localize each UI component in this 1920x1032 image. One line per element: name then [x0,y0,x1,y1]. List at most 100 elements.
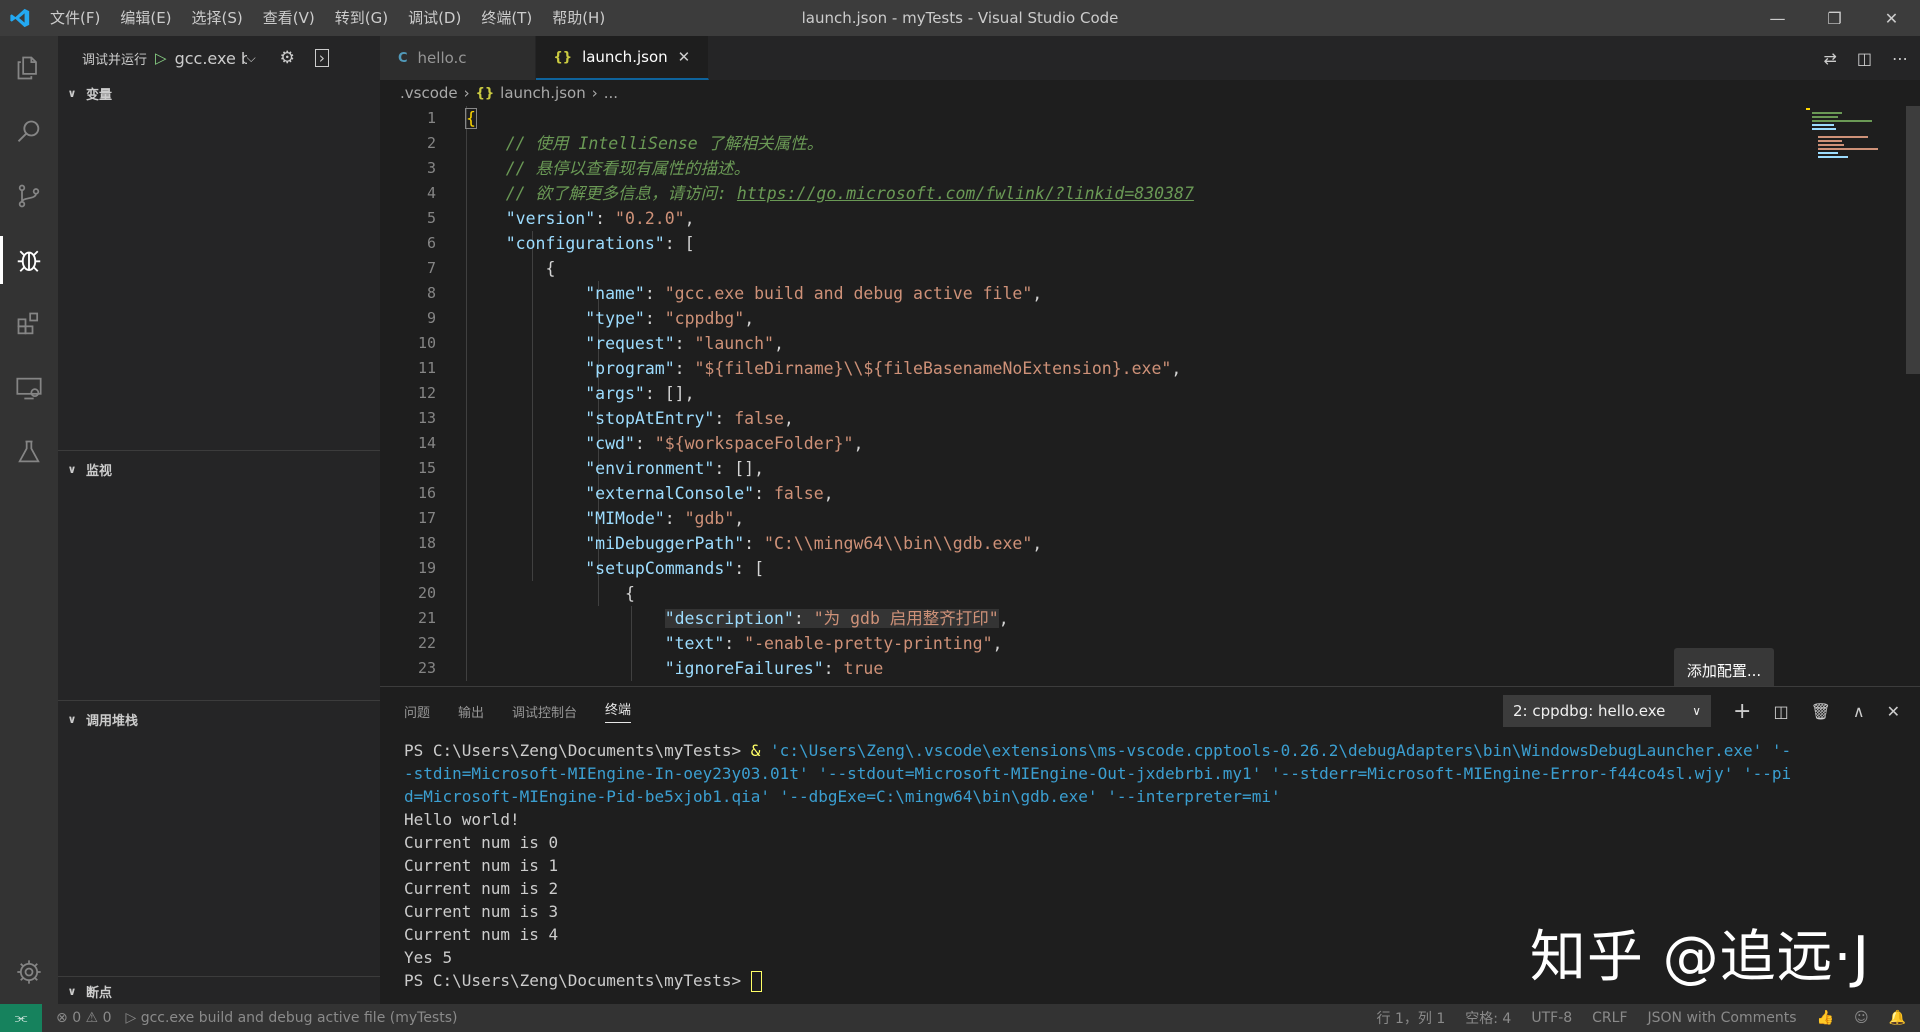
code-line: "setupCommands": [ [585,559,765,578]
menu-go[interactable]: 转到(G) [325,0,398,36]
variables-section[interactable]: ∨ 变量 [58,80,380,106]
debug-toolbar: 调试并运行 ▷ gcc.exe build ⌵ ⚙ › [58,36,380,80]
menu-terminal[interactable]: 终端(T) [471,0,542,36]
new-terminal-icon[interactable]: + [1733,699,1751,724]
line-number: 19 [417,559,436,577]
more-actions-icon[interactable]: ⋯ [1892,49,1908,68]
indentation[interactable]: 空格: 4 [1465,1008,1511,1028]
terminal-select-value: 2: cppdbg: hello.exe [1513,702,1666,720]
extensions-icon[interactable] [0,292,58,356]
chevron-up-icon[interactable]: ∧ [1853,702,1865,721]
breadcrumb-item[interactable]: .vscode [400,84,458,102]
editor-area: C hello.c {} launch.json ✕ ⇄ ◫ ⋯ .vscode… [380,36,1920,692]
line-number: 15 [417,459,436,477]
line-number: 11 [417,359,436,377]
breadcrumb-item[interactable]: ... [604,84,618,102]
tab-hello-c[interactable]: C hello.c [380,36,536,80]
variables-title: 变量 [86,87,113,103]
cursor-position[interactable]: 行 1，列 1 [1377,1008,1446,1028]
line-number: 17 [417,509,436,527]
debug-icon[interactable] [0,228,58,292]
code-line: { [465,108,477,129]
terminal-line: Current num is 1 [404,856,559,875]
line-ending[interactable]: CRLF [1592,1010,1627,1026]
source-control-icon[interactable] [0,164,58,228]
tab-label: hello.c [417,49,467,67]
close-icon[interactable]: ✕ [678,48,691,66]
chevron-right-icon: › [591,84,598,102]
menu-view[interactable]: 查看(V) [253,0,325,36]
remote-icon[interactable]: ⫘ [0,1004,42,1032]
split-terminal-icon[interactable]: ◫ [1773,702,1788,721]
test-flask-icon[interactable] [0,420,58,484]
line-number: 7 [426,259,436,277]
debug-config-name[interactable]: gcc.exe build [175,49,247,68]
editor-tabs: C hello.c {} launch.json ✕ ⇄ ◫ ⋯ [380,36,1920,80]
menu-debug[interactable]: 调试(D) [398,0,471,36]
tab-debug-console[interactable]: 调试控制台 [512,702,577,721]
gear-config-icon[interactable]: ⚙ [280,48,295,68]
chevron-down-icon: ∨ [67,984,77,998]
menu-edit[interactable]: 编辑(E) [110,0,181,36]
editor-scrollbar[interactable] [1906,106,1920,374]
chevron-down-icon[interactable]: ⌵ [247,51,256,66]
tab-label: launch.json [582,48,668,66]
terminal-select[interactable]: 2: cppdbg: hello.exe ∨ [1503,695,1711,727]
code-editor[interactable]: 1 2 3 4 5 6 7 8 9 10 11 12 13 14 15 16 17 18 19 20 21 22 23 { … [380,106,1920,686]
code-line: "configurations": [ [505,234,695,253]
restore-icon[interactable]: ❐ [1806,0,1863,36]
problems-status[interactable]: ⊗ 0 ⚠ 0 [56,1010,111,1026]
share-icon[interactable]: 👍 [1817,1010,1834,1026]
breakpoints-section[interactable]: ∨ 断点 [58,978,380,1004]
bell-icon[interactable]: 🔔 [1889,1010,1906,1026]
tab-launch-json[interactable]: {} launch.json ✕ [535,36,710,80]
trash-icon[interactable]: 🗑 [1811,702,1831,721]
line-number: 4 [426,184,436,202]
status-bar: ⫘ ⊗ 0 ⚠ 0 ▷ gcc.exe build and debug acti… [0,1004,1920,1032]
line-number: 21 [417,609,436,627]
code-line: // 悬停以查看现有属性的描述。 [505,159,751,178]
code-line: "cwd": "${workspaceFolder}", [585,434,864,453]
start-debug-icon[interactable]: ▷ [155,49,167,67]
vscode-logo-icon [0,0,40,36]
chevron-down-icon: ∨ [67,462,77,476]
debug-config-select[interactable]: ▷ gcc.exe build ⌵ [155,49,256,68]
feedback-icon[interactable]: ☺ [1854,1010,1869,1026]
code-line: "externalConsole": false, [585,484,834,503]
tab-output[interactable]: 输出 [458,702,484,721]
language-mode[interactable]: JSON with Comments [1648,1010,1797,1026]
watermark: 知乎 @追远·J [1529,925,1870,990]
debug-config-status[interactable]: ▷ gcc.exe build and debug active file (m… [125,1010,457,1026]
encoding[interactable]: UTF-8 [1531,1010,1572,1026]
menu-selection[interactable]: 选择(S) [182,0,253,36]
breakpoints-title: 断点 [86,985,113,1001]
watch-section[interactable]: ∨ 监视 [58,456,380,482]
close-window-icon[interactable]: ✕ [1863,0,1920,36]
breadcrumb-item[interactable]: launch.json [500,84,586,102]
code-line: "ignoreFailures": true [664,659,884,678]
menu-file[interactable]: 文件(F) [40,0,110,36]
watch-title: 监视 [86,463,113,479]
code-line: "request": "launch", [585,334,784,353]
split-editor-icon[interactable]: ◫ [1857,49,1872,68]
compare-changes-icon[interactable]: ⇄ [1823,49,1836,68]
terminal-line: Hello world! [404,810,520,829]
menu-help[interactable]: 帮助(H) [542,0,615,36]
search-icon[interactable] [0,100,58,164]
remote-explorer-icon[interactable] [0,356,58,420]
minimize-icon[interactable]: — [1749,0,1806,36]
code-line: { [466,584,635,603]
json-file-icon: {} [475,85,495,101]
tab-problems[interactable]: 问题 [404,702,430,721]
section-divider [58,976,380,977]
tab-terminal[interactable]: 终端 [605,699,632,723]
terminal-line: -stdin=Microsoft-MIEngine-In-oey23y03.01… [404,764,1792,783]
run-label: 调试并运行 [82,52,148,68]
explorer-icon[interactable] [0,36,58,100]
minimap[interactable] [1804,106,1880,162]
callstack-section[interactable]: ∨ 调用堆栈 [58,706,380,732]
doc-link[interactable]: https://go.microsoft.com/fwlink/?linkid=… [737,184,1194,203]
debug-console-icon[interactable]: › [314,49,329,67]
gear-icon[interactable] [0,940,58,1004]
close-panel-icon[interactable]: ✕ [1887,702,1900,721]
